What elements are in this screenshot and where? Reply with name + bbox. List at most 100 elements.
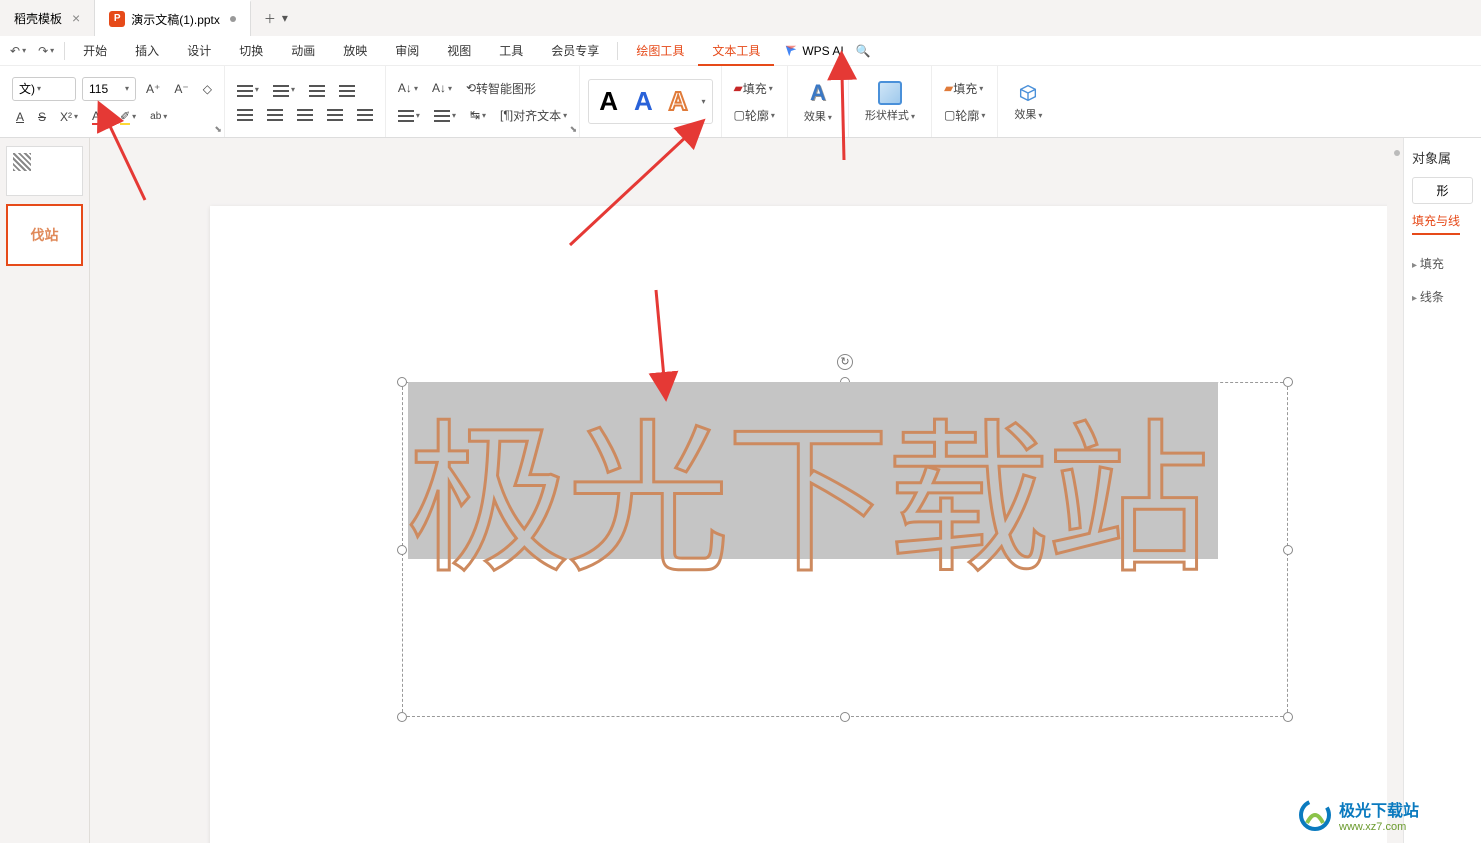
resize-handle-br[interactable] — [1283, 712, 1293, 722]
bullets-icon — [237, 83, 253, 97]
align-text-button[interactable]: [¶]对齐文本▾ — [496, 105, 571, 126]
chevron-down-icon[interactable]: ▾ — [22, 46, 26, 55]
panel-tab-shape[interactable]: 形 — [1412, 177, 1473, 204]
display-text[interactable]: 极光下载站 — [406, 368, 1206, 605]
resize-handle-bl[interactable] — [397, 712, 407, 722]
vertical-scrollbar[interactable] — [1387, 138, 1403, 843]
strikethrough-button[interactable]: S — [34, 108, 50, 126]
decrease-font-button[interactable]: A⁻ — [170, 80, 192, 98]
line-spacing-button[interactable]: ▾ — [394, 106, 424, 124]
strike-icon: S — [38, 110, 46, 124]
menu-text-tools[interactable]: 文本工具 — [698, 36, 774, 66]
section-fill[interactable]: 填充 — [1412, 247, 1473, 280]
line-spacing2-button[interactable]: ▾ — [430, 106, 460, 124]
chevron-down-icon: ▾ — [74, 112, 78, 121]
preset-blue[interactable]: A — [626, 82, 661, 121]
increase-font-button[interactable]: A⁺ — [142, 80, 164, 98]
shape-outline-button[interactable]: ▢轮廓▾ — [940, 105, 989, 126]
panel-subtab-fill-line[interactable]: 填充与线 — [1412, 212, 1460, 235]
menu-member[interactable]: 会员专享 — [537, 36, 613, 66]
align-text-icon: [¶] — [500, 108, 513, 122]
font-color-button[interactable]: A▾ — [88, 107, 110, 127]
sort-icon: A↓ — [432, 81, 446, 95]
menu-design[interactable]: 设计 — [173, 36, 225, 66]
menu-tools[interactable]: 工具 — [485, 36, 537, 66]
text-effects-button[interactable]: A 效果▾ — [796, 76, 840, 128]
menu-start[interactable]: 开始 — [69, 36, 121, 66]
chevron-down-icon: ▾ — [769, 84, 773, 93]
shape-fill-outline-group: ▰填充▾ ▢轮廓▾ — [932, 66, 998, 137]
slide-thumbnail-1[interactable] — [6, 146, 83, 196]
close-icon[interactable]: × — [72, 10, 80, 26]
highlight-icon: ✐ — [120, 109, 130, 125]
menu-view[interactable]: 视图 — [433, 36, 485, 66]
preset-outline-orange[interactable]: A — [661, 82, 696, 121]
menu-review[interactable]: 审阅 — [381, 36, 433, 66]
search-button[interactable]: 🔍 — [856, 44, 871, 58]
tabs-button[interactable]: ↹▾ — [466, 106, 490, 124]
properties-panel: 对象属 形 填充与线 填充 线条 — [1403, 138, 1481, 843]
shape-style-button[interactable]: 形状样式▾ — [857, 77, 923, 127]
tab-presentation[interactable]: P 演示文稿(1).pptx — [95, 0, 251, 36]
resize-handle-tr[interactable] — [1283, 377, 1293, 387]
text-style-group: ▰填充▾ ▢轮廓▾ — [722, 66, 788, 137]
text-fill-button[interactable]: ▰填充▾ — [730, 78, 777, 99]
highlight-button[interactable]: ✐▾ — [116, 107, 140, 127]
wps-ai-label: WPS AI — [802, 44, 843, 58]
shape-effects-button[interactable]: 效果▾ — [1006, 78, 1050, 126]
menu-animation[interactable]: 动画 — [277, 36, 329, 66]
menu-transition[interactable]: 切换 — [225, 36, 277, 66]
smart-graphic-label: 转智能图形 — [476, 80, 536, 97]
section-line[interactable]: 线条 — [1412, 280, 1473, 313]
resize-handle-mr[interactable] — [1283, 545, 1293, 555]
redo-button[interactable]: ↷▾ — [32, 44, 60, 58]
resize-handle-bm[interactable] — [840, 712, 850, 722]
menu-slideshow[interactable]: 放映 — [329, 36, 381, 66]
clear-format-button[interactable]: ◇ — [199, 80, 216, 98]
font-family-select[interactable]: 文)▾ — [12, 77, 76, 101]
numbering-button[interactable]: ▾ — [269, 81, 299, 99]
align-justify-button[interactable] — [323, 105, 347, 123]
preset-black[interactable]: A — [591, 82, 626, 121]
menu-bar: ↶▾ ↷▾ 开始 插入 设计 切换 动画 放映 审阅 视图 工具 会员专享 绘图… — [0, 36, 1481, 66]
superscript-button[interactable]: X²▾ — [56, 108, 82, 126]
sort-button[interactable]: A↓▾ — [428, 79, 456, 97]
menu-drawing-tools[interactable]: 绘图工具 — [622, 36, 698, 66]
tab-label: 演示文稿(1).pptx — [131, 11, 220, 28]
workspace: ‹ 伐站 极光下载站 − ✎ ◢ ▭ — [0, 138, 1481, 843]
increase-indent-button[interactable] — [335, 81, 359, 99]
paragraph-dialog-launcher[interactable]: ⬊ — [570, 124, 578, 135]
line-spacing2-icon — [434, 108, 450, 122]
tab-template[interactable]: 稻壳模板 × — [0, 0, 95, 36]
chevron-down-icon[interactable]: ▾ — [282, 11, 288, 25]
slide-thumbnail-2[interactable]: 伐站 — [6, 204, 83, 266]
selected-textbox[interactable]: 极光下载站 — [402, 382, 1288, 717]
text-direction-icon: A↓ — [398, 81, 412, 95]
undo-button[interactable]: ↶▾ — [4, 44, 32, 58]
chevron-down-icon: ▾ — [482, 111, 486, 120]
bullets-button[interactable]: ▾ — [233, 81, 263, 99]
scrollbar-thumb[interactable] — [1394, 150, 1400, 156]
chevron-down-icon[interactable]: ▾ — [50, 46, 54, 55]
smart-graphic-button[interactable]: ⟲转智能图形 — [462, 78, 540, 99]
text-outline-label: 轮廓 — [745, 107, 769, 124]
preset-more-button[interactable]: ▾ — [698, 97, 710, 106]
wps-ai-button[interactable]: WPS AI — [784, 44, 843, 58]
font-size-select[interactable]: 115▾ — [82, 77, 136, 101]
underline-a-button[interactable]: A — [12, 108, 28, 126]
pinyin-button[interactable]: ab▾ — [146, 109, 171, 124]
align-distribute-button[interactable] — [353, 105, 377, 123]
slide-editor[interactable]: 极光下载站 − ✎ ◢ ▭ ✕ ⋯ — [210, 206, 1403, 843]
font-dialog-launcher[interactable]: ⬊ — [214, 124, 222, 135]
align-center-button[interactable] — [263, 105, 287, 123]
align-left-button[interactable] — [233, 105, 257, 123]
text-direction-button[interactable]: A↓▾ — [394, 79, 422, 97]
align-right-button[interactable] — [293, 105, 317, 123]
text-outline-button[interactable]: ▢轮廓▾ — [730, 105, 779, 126]
menu-insert[interactable]: 插入 — [121, 36, 173, 66]
decrease-indent-button[interactable] — [305, 81, 329, 99]
shape-fill-button[interactable]: ▰填充▾ — [940, 78, 987, 99]
undo-icon: ↶ — [10, 44, 20, 58]
align-justify-icon — [327, 107, 343, 121]
add-tab-button[interactable]: ＋ ▾ — [251, 10, 301, 27]
